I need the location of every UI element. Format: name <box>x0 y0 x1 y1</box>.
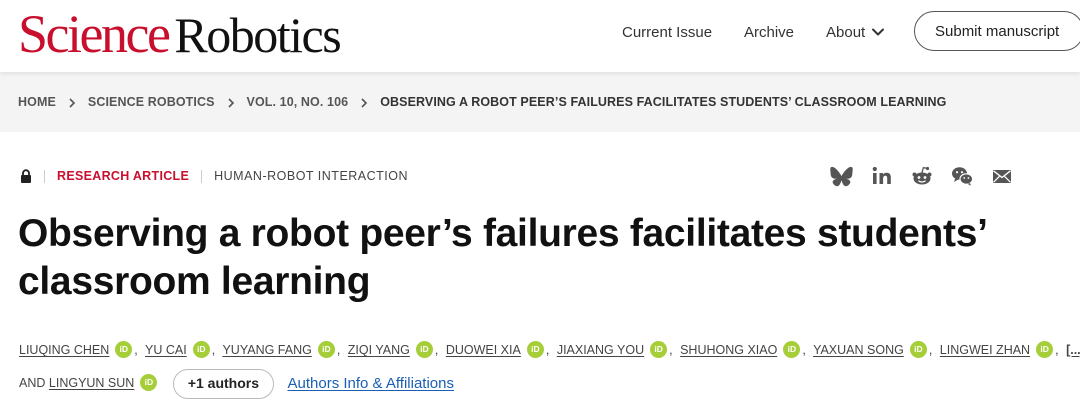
article-title-line-1: Observing a robot peer’s failures facili… <box>18 212 988 255</box>
orcid-icon[interactable]: iD <box>650 341 668 359</box>
article-subject-label[interactable]: HUMAN-ROBOT INTERACTION <box>214 169 408 183</box>
submit-manuscript-label: Submit manuscript <box>935 22 1060 40</box>
logo-science-text: Science <box>18 4 171 64</box>
science-robotics-logo[interactable]: Science Robotics <box>18 4 342 64</box>
divider <box>201 169 203 183</box>
author-name[interactable]: JIAXIANG YOU <box>557 343 644 357</box>
article-title: Observing a robot peer’s failures facili… <box>18 210 1058 306</box>
orcid-icon[interactable]: iD <box>909 341 927 359</box>
more-authors-button[interactable]: +1 authors <box>172 368 275 399</box>
orcid-icon[interactable]: iD <box>526 341 544 359</box>
chevron-right-icon <box>67 97 77 108</box>
chevron-down-icon <box>871 25 885 39</box>
submit-manuscript-button[interactable]: Submit manuscript <box>914 11 1080 51</box>
linkedin-icon[interactable] <box>870 164 894 188</box>
orcid-icon[interactable]: iD <box>415 341 433 359</box>
site-header: Science Robotics Current Issue Archive A… <box>0 0 1080 72</box>
lock-icon <box>20 169 32 183</box>
author-name[interactable]: LIUQING CHEN <box>19 343 109 357</box>
author-name[interactable]: YUYANG FANG <box>222 343 311 357</box>
orcid-icon[interactable]: iD <box>115 341 133 359</box>
breadcrumb-current-article: OBSERVING A ROBOT PEER’S FAILURES FACILI… <box>380 95 947 109</box>
orcid-icon[interactable]: iD <box>783 341 801 359</box>
logo-robotics-text: Robotics <box>174 7 341 63</box>
nav-current-issue[interactable]: Current Issue <box>622 0 712 64</box>
wechat-icon[interactable] <box>950 164 974 188</box>
nav-about[interactable]: About <box>826 0 885 64</box>
nav-archive[interactable]: Archive <box>744 0 794 64</box>
breadcrumb-issue[interactable]: VOL. 10, NO. 106 <box>247 95 349 109</box>
orcid-icon[interactable]: iD <box>317 341 335 359</box>
email-icon[interactable] <box>990 164 1014 188</box>
expand-authors-ellipsis[interactable]: [...] <box>1066 343 1080 357</box>
reddit-icon[interactable] <box>910 164 934 188</box>
author-name[interactable]: YAXUAN SONG <box>813 343 904 357</box>
breadcrumb-home[interactable]: HOME <box>18 95 56 109</box>
chevron-right-icon <box>226 97 236 108</box>
orcid-icon[interactable]: iD <box>140 374 158 392</box>
author-list: LIUQING CHEN iD, YU CAI iD, YUYANG FANG iD,… <box>19 334 1080 400</box>
author-list-line-2: AND LINGYUN SUN iD +1 authors Authors Inf… <box>19 367 1069 400</box>
article-title-line-2: classroom learning <box>18 260 371 303</box>
author-name[interactable]: SHUHONG XIAO <box>680 343 777 357</box>
breadcrumb-band: HOME SCIENCE ROBOTICS VOL. 10, NO. 106 O… <box>0 72 1080 132</box>
bluesky-icon[interactable] <box>830 164 854 188</box>
author-list-line-1: LIUQING CHEN iD, YU CAI iD, YUYANG FANG iD,… <box>19 334 1080 367</box>
nav-about-label: About <box>826 23 866 41</box>
author-name[interactable]: DUOWEI XIA <box>446 343 521 357</box>
divider <box>44 169 45 183</box>
orcid-icon[interactable]: iD <box>1036 341 1054 359</box>
orcid-icon[interactable]: iD <box>192 341 210 359</box>
author-name[interactable]: LINGYUN SUN <box>49 376 134 390</box>
and-label: AND <box>19 376 46 390</box>
article-type-label: RESEARCH ARTICLE <box>57 169 190 183</box>
breadcrumb-journal[interactable]: SCIENCE ROBOTICS <box>88 95 215 109</box>
author-name[interactable]: ZIQI YANG <box>348 343 410 357</box>
share-toolbar <box>830 164 1014 188</box>
breadcrumb: HOME SCIENCE ROBOTICS VOL. 10, NO. 106 O… <box>18 72 946 132</box>
authors-info-affiliations-link[interactable]: Authors Info & Affiliations <box>288 375 455 392</box>
author-name[interactable]: LINGWEI ZHAN <box>940 343 1030 357</box>
article-meta-row: RESEARCH ARTICLE HUMAN-ROBOT INTERACTION <box>20 163 408 189</box>
chevron-right-icon <box>359 97 369 108</box>
author-name[interactable]: YU CAI <box>145 343 187 357</box>
